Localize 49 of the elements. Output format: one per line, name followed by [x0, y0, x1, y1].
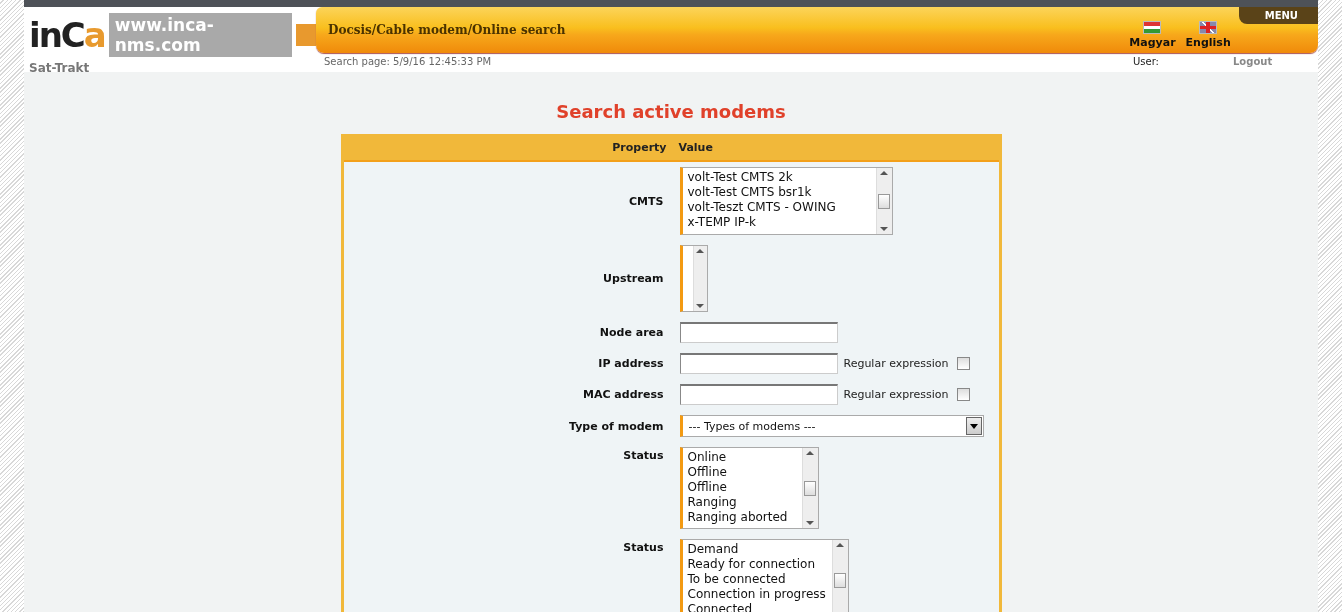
- field-label: Type of modem: [567, 419, 664, 433]
- website-url: www.inca-nms.com: [108, 13, 292, 57]
- menu-button[interactable]: MENU: [1238, 7, 1318, 24]
- list-option[interactable]: Offline: [687, 465, 797, 480]
- list-option[interactable]: Online: [687, 450, 797, 465]
- field-label: Status: [622, 541, 664, 554]
- regex-label: Regular expression: [843, 388, 949, 401]
- list-option[interactable]: Connection in progress: [687, 587, 827, 602]
- field-label: CMTS: [628, 194, 664, 208]
- logo-square-icon: [295, 24, 316, 46]
- user-label: User:: [1133, 56, 1160, 67]
- field-label: IP address: [597, 357, 664, 370]
- list-option[interactable]: Ready for connection: [687, 557, 827, 572]
- search-time: Search page: 5/9/16 12:45:33 PM: [324, 56, 493, 67]
- list-option[interactable]: Demand: [687, 542, 827, 557]
- list-option[interactable]: volt-Test CMTS bsr1k: [687, 185, 871, 200]
- list-option[interactable]: Ranging aborted: [687, 510, 797, 525]
- column-header: Value: [678, 140, 714, 154]
- scrollbar[interactable]: [801, 448, 818, 528]
- field-label: MAC address: [582, 388, 664, 401]
- checkbox[interactable]: [956, 357, 970, 370]
- page-title: Search active modems: [555, 101, 787, 122]
- scrollbar[interactable]: [831, 540, 848, 612]
- language-link[interactable]: Magyar: [1129, 21, 1176, 49]
- list-option[interactable]: volt-Teszt CMTS - OWING: [687, 200, 871, 215]
- list-option[interactable]: Ranging: [687, 495, 797, 510]
- site-subtitle: Sat-Trakt: [29, 61, 91, 75]
- scrollbar[interactable]: [692, 246, 707, 311]
- column-header: Property: [611, 140, 667, 154]
- field-label: Status: [622, 449, 664, 462]
- breadcrumb: Docsis/Cable modem/Online search: [328, 23, 567, 37]
- field-label: Node area: [598, 326, 664, 339]
- list-box[interactable]: volt-Test CMTS 2k volt-Test CMTS bsr1k volt-Teszt CMTS - OWING x-TEMP IP-k: [679, 167, 893, 235]
- logout-link[interactable]: Logout: [1233, 56, 1310, 67]
- list-option[interactable]: volt-Test CMTS 2k: [687, 170, 871, 185]
- text-input[interactable]: [679, 384, 838, 405]
- logo: inCa: [29, 18, 105, 52]
- language-link[interactable]: English: [1185, 21, 1231, 49]
- list-option[interactable]: Offline: [687, 480, 797, 495]
- regex-label: Regular expression: [843, 357, 949, 370]
- list-option[interactable]: x-TEMP IP-k: [687, 215, 871, 230]
- text-input[interactable]: [679, 353, 838, 374]
- field-label: Upstream: [602, 272, 664, 285]
- list-box[interactable]: Online Offline Offline Ranging Ranging aborted: [679, 447, 819, 529]
- scrollbar[interactable]: [875, 168, 892, 234]
- dropdown[interactable]: --- Types of modems ---: [679, 415, 984, 437]
- text-input[interactable]: [679, 322, 838, 343]
- checkbox[interactable]: [956, 388, 970, 401]
- list-option[interactable]: To be connected: [687, 572, 827, 587]
